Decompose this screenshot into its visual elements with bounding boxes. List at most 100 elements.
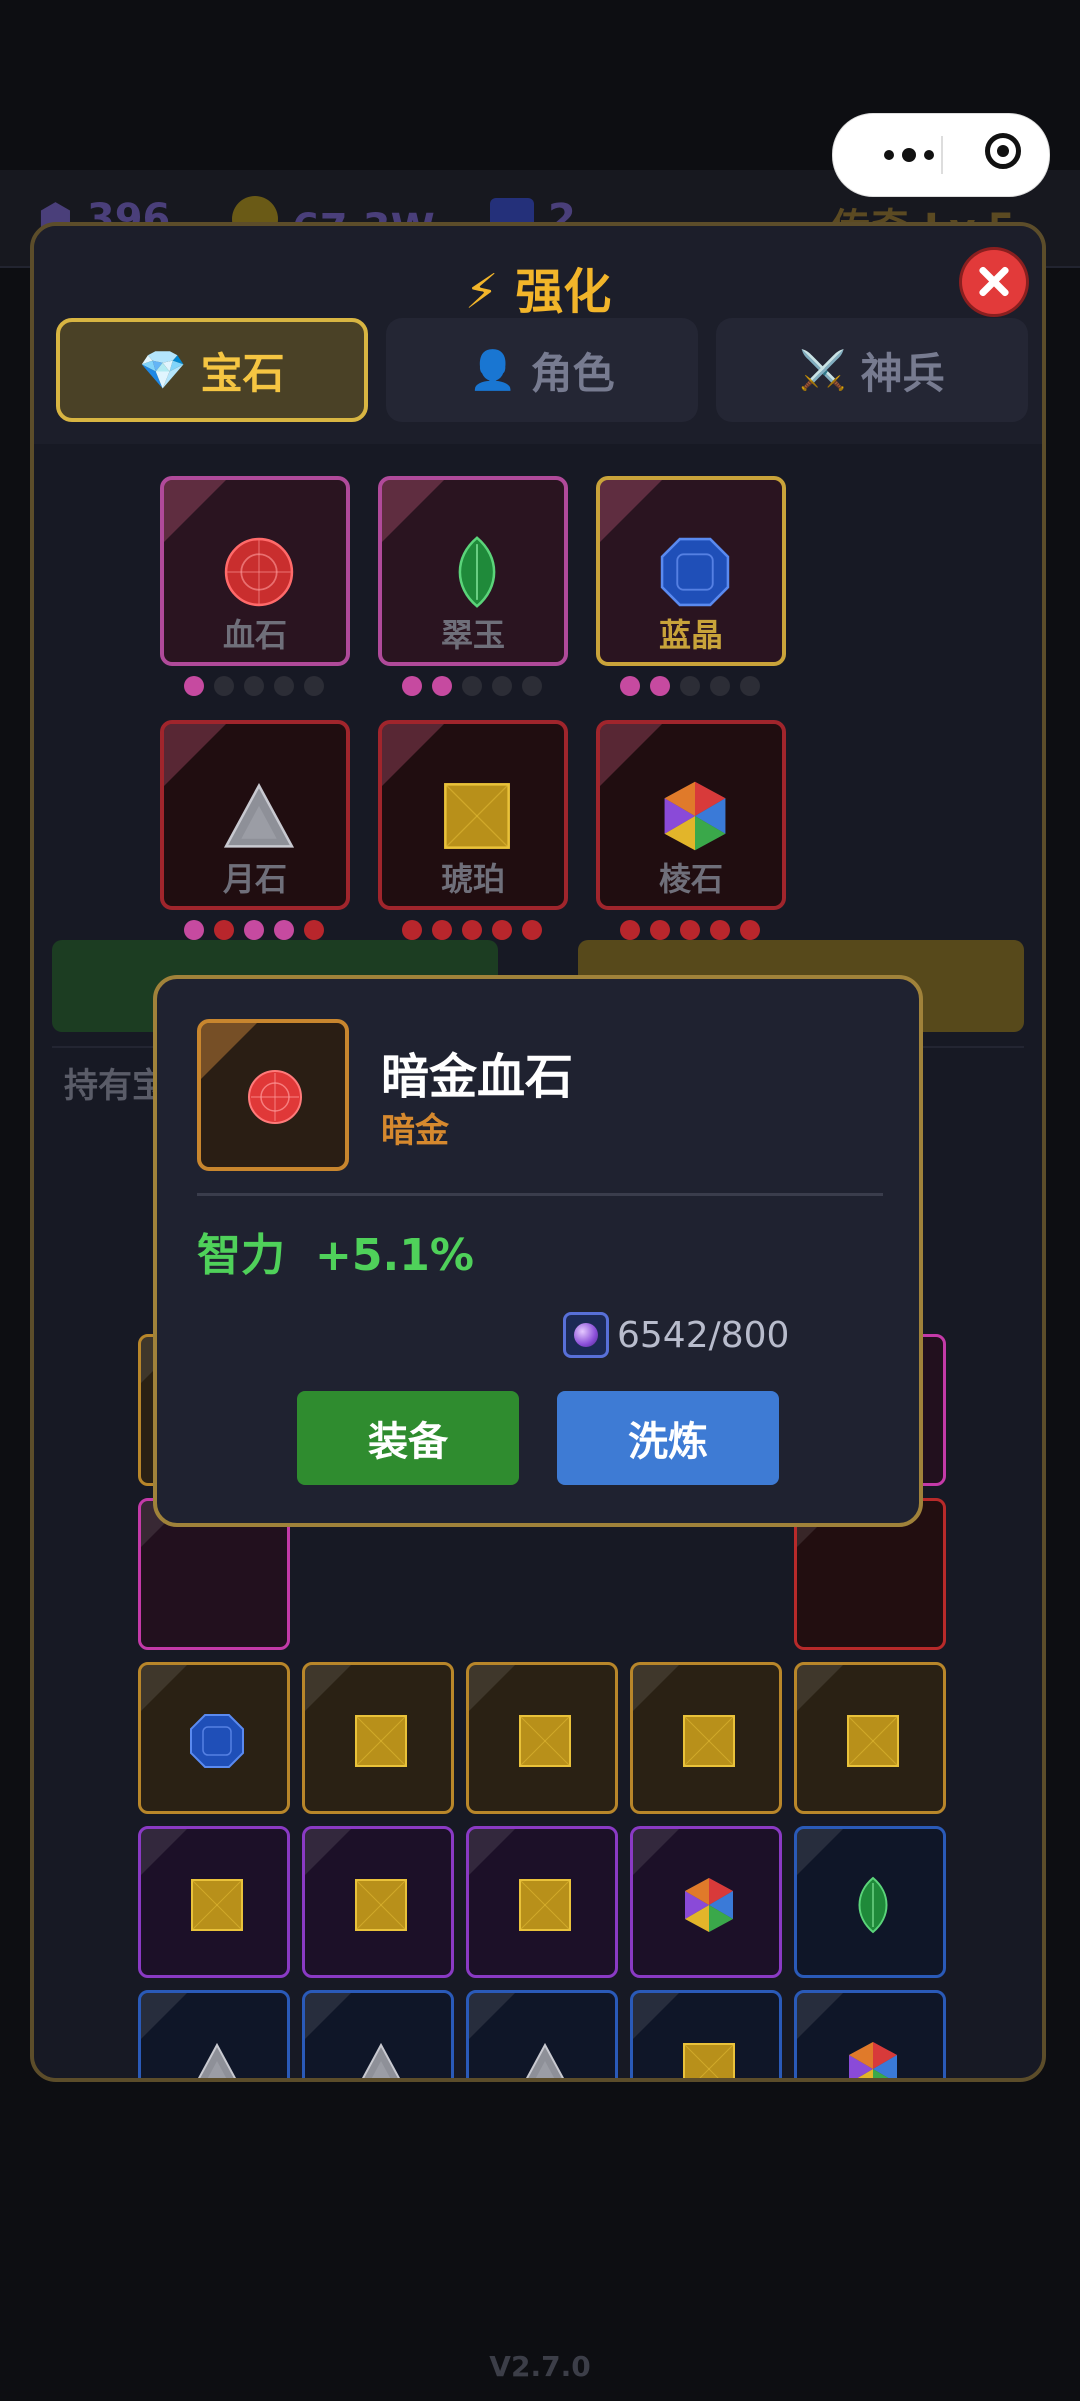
level-pip	[680, 676, 700, 696]
inventory-gem-cell[interactable]	[466, 1990, 618, 2078]
gem-slot-label: 蓝晶	[658, 616, 723, 654]
level-pip	[402, 676, 422, 696]
tab-character-label: 角色	[530, 348, 615, 398]
inventory-gem-cell[interactable]	[630, 1826, 782, 1978]
close-miniprogram-icon[interactable]	[985, 133, 1021, 169]
gem-slot-level-pips	[184, 676, 324, 702]
level-pip	[432, 676, 452, 696]
gem-slot-2[interactable]: 翠玉	[378, 476, 568, 666]
tab-gems[interactable]: 💎 宝石	[56, 318, 368, 422]
amber-square-gem-icon	[683, 1715, 735, 1767]
gem-slot-4[interactable]: 月石	[160, 720, 350, 910]
close-button[interactable]	[962, 250, 1026, 314]
gem-rarity: 暗金	[381, 1111, 449, 1151]
gem-slot-5[interactable]: 琥珀	[378, 720, 568, 910]
gem-slot-label: 琥珀	[440, 860, 505, 898]
level-pip	[462, 920, 482, 940]
level-pip	[522, 676, 542, 696]
refine-button[interactable]: 洗炼	[557, 1391, 779, 1485]
red-circle-gem-icon	[224, 537, 294, 607]
level-pip	[710, 676, 730, 696]
capsule-divider	[941, 136, 943, 174]
inventory-gem-cell[interactable]	[302, 1826, 454, 1978]
person-icon: 👤	[469, 347, 517, 392]
inventory-gem-cell[interactable]	[138, 1990, 290, 2078]
tab-divine-weapon-label: 神兵	[860, 348, 945, 398]
inventory-gem-cell[interactable]	[630, 1662, 782, 1814]
prism-hexagon-gem-icon	[685, 1878, 733, 1932]
grey-triangle-gem-icon	[361, 2042, 401, 2078]
level-pip	[680, 920, 700, 940]
stat-value: +5.1%	[315, 1230, 474, 1281]
level-pip	[274, 676, 294, 696]
panel-title-text: 强化	[515, 264, 612, 320]
diamond-icon: 💎	[139, 347, 187, 392]
level-pip	[244, 920, 264, 940]
gem-slot-3[interactable]: 蓝晶	[596, 476, 786, 666]
equip-button[interactable]: 装备	[297, 1391, 519, 1485]
level-pip	[740, 676, 760, 696]
level-pip	[184, 920, 204, 940]
gem-slot-6[interactable]: 棱石	[596, 720, 786, 910]
inventory-gem-cell[interactable]	[794, 1990, 946, 2078]
gem-slot-label: 月石	[222, 860, 287, 898]
gem-slot-1[interactable]: 血石	[160, 476, 350, 666]
level-pip	[184, 676, 204, 696]
level-pip	[492, 676, 512, 696]
amber-square-gem-icon	[519, 1715, 571, 1767]
level-pip	[740, 920, 760, 940]
amber-square-gem-icon	[355, 1715, 407, 1767]
tab-divine-weapon[interactable]: ⚔️ 神兵	[716, 318, 1028, 422]
level-pip	[462, 676, 482, 696]
inventory-gem-cell[interactable]	[466, 1662, 618, 1814]
inventory-gem-cell[interactable]	[630, 1990, 782, 2078]
stat-name: 智力	[197, 1230, 285, 1281]
miniprogram-capsule	[832, 113, 1050, 197]
gem-slot-level-pips	[620, 676, 760, 702]
level-pip	[492, 920, 512, 940]
amber-square-gem-icon	[519, 1879, 571, 1931]
level-pip	[244, 676, 264, 696]
grey-triangle-gem-icon	[525, 2042, 565, 2078]
level-pip	[522, 920, 542, 940]
red-circle-gem-icon	[248, 1070, 302, 1124]
gem-slot-level-pips	[402, 676, 542, 702]
green-leaf-gem-icon	[458, 536, 496, 608]
inventory-gem-cell[interactable]	[466, 1826, 618, 1978]
crossed-swords-icon: ⚔️	[799, 347, 847, 392]
level-pip	[432, 920, 452, 940]
blue-octagon-gem-icon	[190, 1714, 244, 1768]
owned-gems-label: 持有宝	[64, 1066, 166, 1106]
amber-square-gem-icon	[355, 1879, 407, 1931]
tab-character[interactable]: 👤 角色	[386, 318, 698, 422]
blue-octagon-gem-icon	[660, 537, 730, 607]
inventory-gem-cell[interactable]	[302, 1990, 454, 2078]
amber-square-gem-icon	[444, 783, 510, 849]
inventory-gem-cell[interactable]	[302, 1662, 454, 1814]
gem-slot-label: 翠玉	[440, 616, 505, 654]
version-label: V2.7.0	[489, 2350, 591, 2383]
grey-triangle-gem-icon	[223, 782, 295, 848]
gem-detail-popup: 暗金血石 暗金 智力 +5.1% 6542/800 装备 洗炼	[153, 975, 923, 1527]
gem-name: 暗金血石	[381, 1049, 574, 1105]
level-pip	[650, 676, 670, 696]
refine-orb-icon	[563, 1312, 609, 1358]
level-pip	[620, 920, 640, 940]
panel-title: ⚡ 强化	[34, 252, 1042, 322]
level-pip	[214, 920, 234, 940]
level-pip	[402, 920, 422, 940]
lightning-icon: ⚡	[464, 264, 499, 320]
inventory-gem-cell[interactable]	[138, 1662, 290, 1814]
level-pip	[304, 676, 324, 696]
grey-triangle-gem-icon	[197, 2042, 237, 2078]
popup-divider	[197, 1193, 883, 1196]
level-pip	[304, 920, 324, 940]
prism-hexagon-gem-icon	[849, 2042, 897, 2078]
amber-square-gem-icon	[847, 1715, 899, 1767]
inventory-gem-cell[interactable]	[794, 1662, 946, 1814]
prism-hexagon-gem-icon	[664, 781, 726, 851]
inventory-gem-cell[interactable]	[794, 1826, 946, 1978]
gem-detail-icon	[197, 1019, 349, 1171]
level-pip	[274, 920, 294, 940]
inventory-gem-cell[interactable]	[138, 1826, 290, 1978]
